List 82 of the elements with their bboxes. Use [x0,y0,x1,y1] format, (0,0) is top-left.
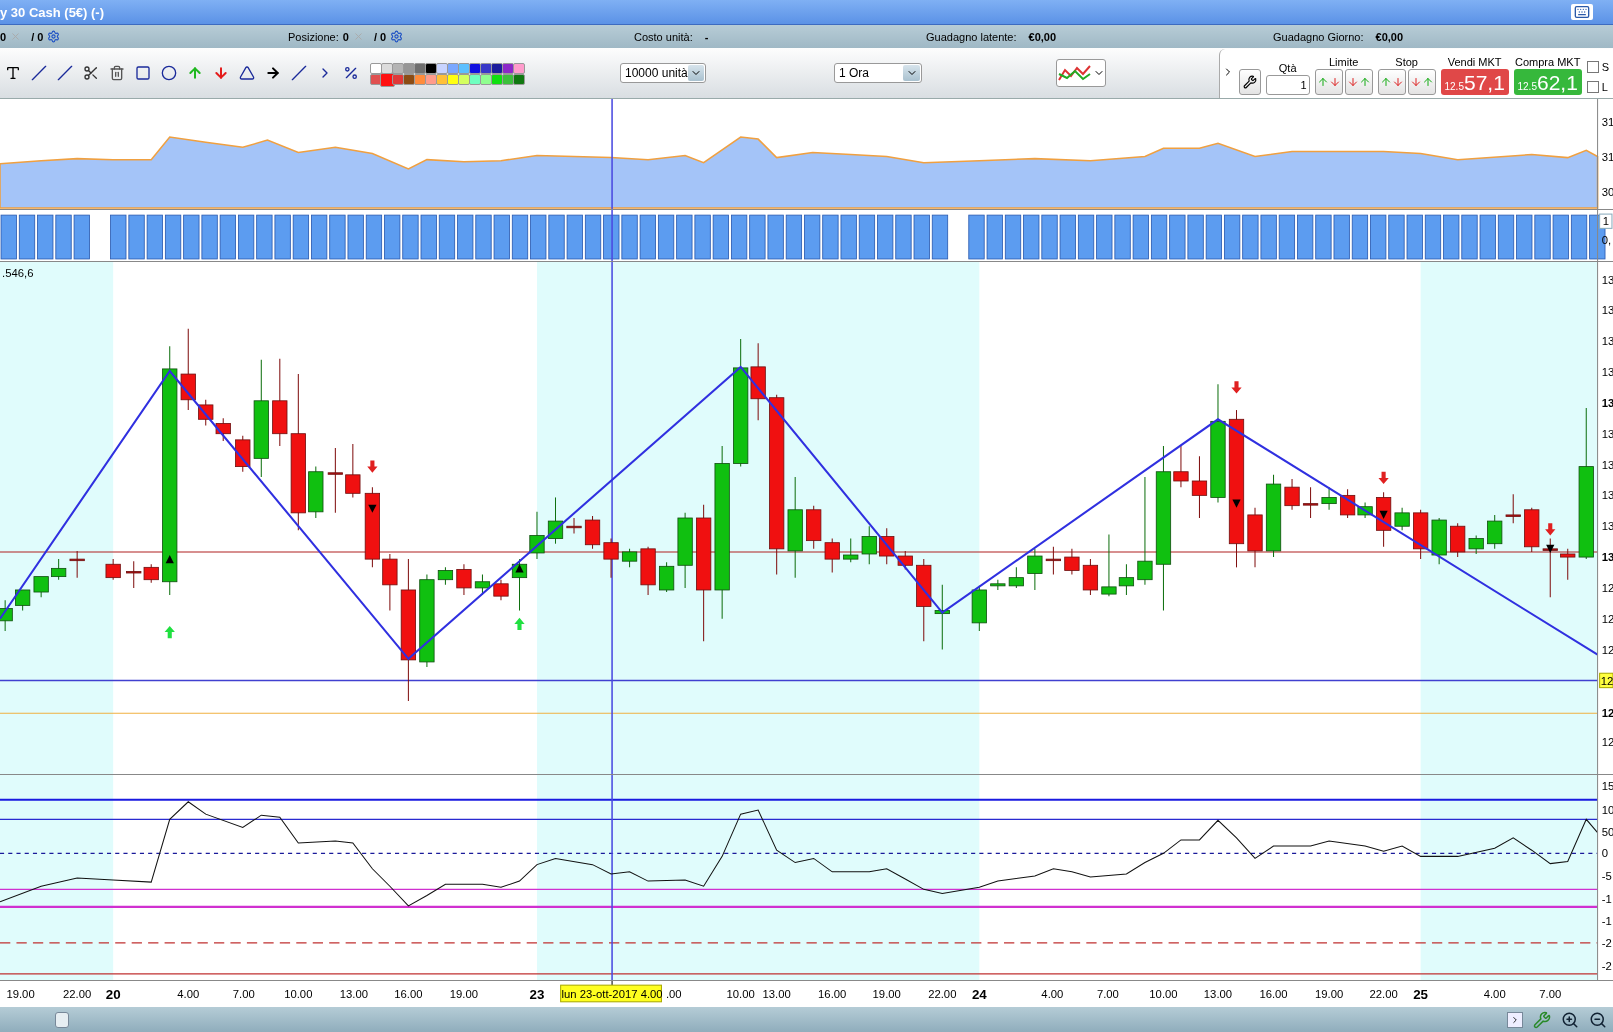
info-count: / 0 [31,30,44,43]
axis-label: 50 [1601,825,1613,838]
axis-label: 13 [1601,273,1613,286]
axis-label: 13.00 [339,987,368,1000]
axis-label: 25 [1413,986,1429,1002]
axis-label: 22.00 [1369,987,1398,1000]
price-marker-label: 12 [1599,672,1613,689]
axis-label: -5 [1601,870,1612,883]
info-value: €0,00 [1028,30,1057,43]
axis-label: 13 [1601,551,1613,564]
quantity-field[interactable]: 1 [1265,74,1310,95]
axis-label: 13.00 [762,987,791,1000]
axis-label: 19.00 [872,987,901,1000]
axis-label: 4.00 [1483,987,1506,1000]
axis-label: 15 [1601,780,1613,793]
axis-label: 7.00 [1539,987,1562,1000]
axis-label: 12 [1601,707,1613,720]
price-label: .546,6 [2,267,34,280]
info-label: Guadagno Giorno: [1273,30,1364,43]
timeframe-select[interactable]: 1 Ora [834,63,922,83]
info-count: / 0 [373,30,387,43]
checkbox-label: S [1601,60,1609,73]
boxed-axis-label: 1 [1599,213,1613,229]
axis-label: 10.00 [284,987,313,1000]
axis-label: 4.00 [1041,987,1064,1000]
axis-label: 10.00 [726,987,755,1000]
axis-label: 13 [1601,489,1613,502]
axis-label: -1 [1601,892,1612,905]
axis-label: 13 [1601,396,1613,409]
quantity-label: Qtà [1278,61,1297,74]
axis-label: 19.00 [6,987,35,1000]
axis-label: 10 [1601,804,1613,817]
info-label: Posizione: [288,30,339,43]
sell-market-button[interactable]: 12.557,1 [1440,68,1509,95]
axis-label: 4.00 [177,987,200,1000]
info-label: Costo unità: [634,30,693,43]
stop-label: Stop [1395,55,1418,68]
axis-label: -2 [1601,959,1612,972]
axis-label: 20 [105,986,121,1002]
axis-label: 22.00 [63,987,92,1000]
checkbox-label: L [1601,80,1608,93]
axis-label: 0 [1601,847,1608,860]
axis-label: 16.00 [394,987,423,1000]
axis-label: .00 [665,987,682,1000]
market-label: Compra MKT [1514,55,1581,68]
axis-label: 7.00 [1096,987,1119,1000]
cursor-date-label: lun 23-ott-2017 4.00 [560,984,663,1003]
axis-label: 19.00 [449,987,479,1000]
info-label: Guadagno latente: [926,30,1017,43]
limit-label: Limite [1329,55,1359,68]
axis-label: -2 [1601,937,1612,950]
axis-label: 16.00 [1259,987,1288,1000]
axis-label: 13 [1601,366,1613,379]
axis-label: 0, [1601,233,1612,246]
axis-label: 19.00 [1314,987,1344,1000]
axis-label: 30 [1601,185,1613,198]
market-label: Vendi MKT [1447,55,1502,68]
axis-label: 16.00 [818,987,847,1000]
axis-label: 24 [971,986,987,1002]
axis-label: 10.00 [1149,987,1178,1000]
axis-label: 13.00 [1203,987,1233,1000]
axis-label: 12 [1601,736,1613,749]
axis-label: 12 [1601,582,1613,594]
axis-label: 13 [1601,304,1613,317]
axis-label: 13 [1601,427,1613,440]
info-value: 0 [0,30,7,43]
axis-label: -1 [1601,915,1612,928]
axis-label: 12 [1601,643,1613,656]
axis-label: 13 [1601,335,1613,348]
axis-label: 7.00 [232,987,255,1000]
axis-label: 23 [529,986,545,1002]
info-value: - [704,30,709,43]
axis-label: 12 [1601,612,1613,625]
axis-label: 13 [1601,458,1613,471]
axis-label: 22.00 [928,987,957,1000]
quantity-select[interactable]: 10000 unità [620,63,706,83]
axis-label: 13 [1601,520,1613,533]
window-title: y 30 Cash (5€) (-) [0,4,105,20]
axis-label: 31 [1601,115,1613,128]
axis-label: 31 [1601,150,1613,163]
info-value: 0 [342,30,349,43]
info-value: €0,00 [1375,30,1404,43]
